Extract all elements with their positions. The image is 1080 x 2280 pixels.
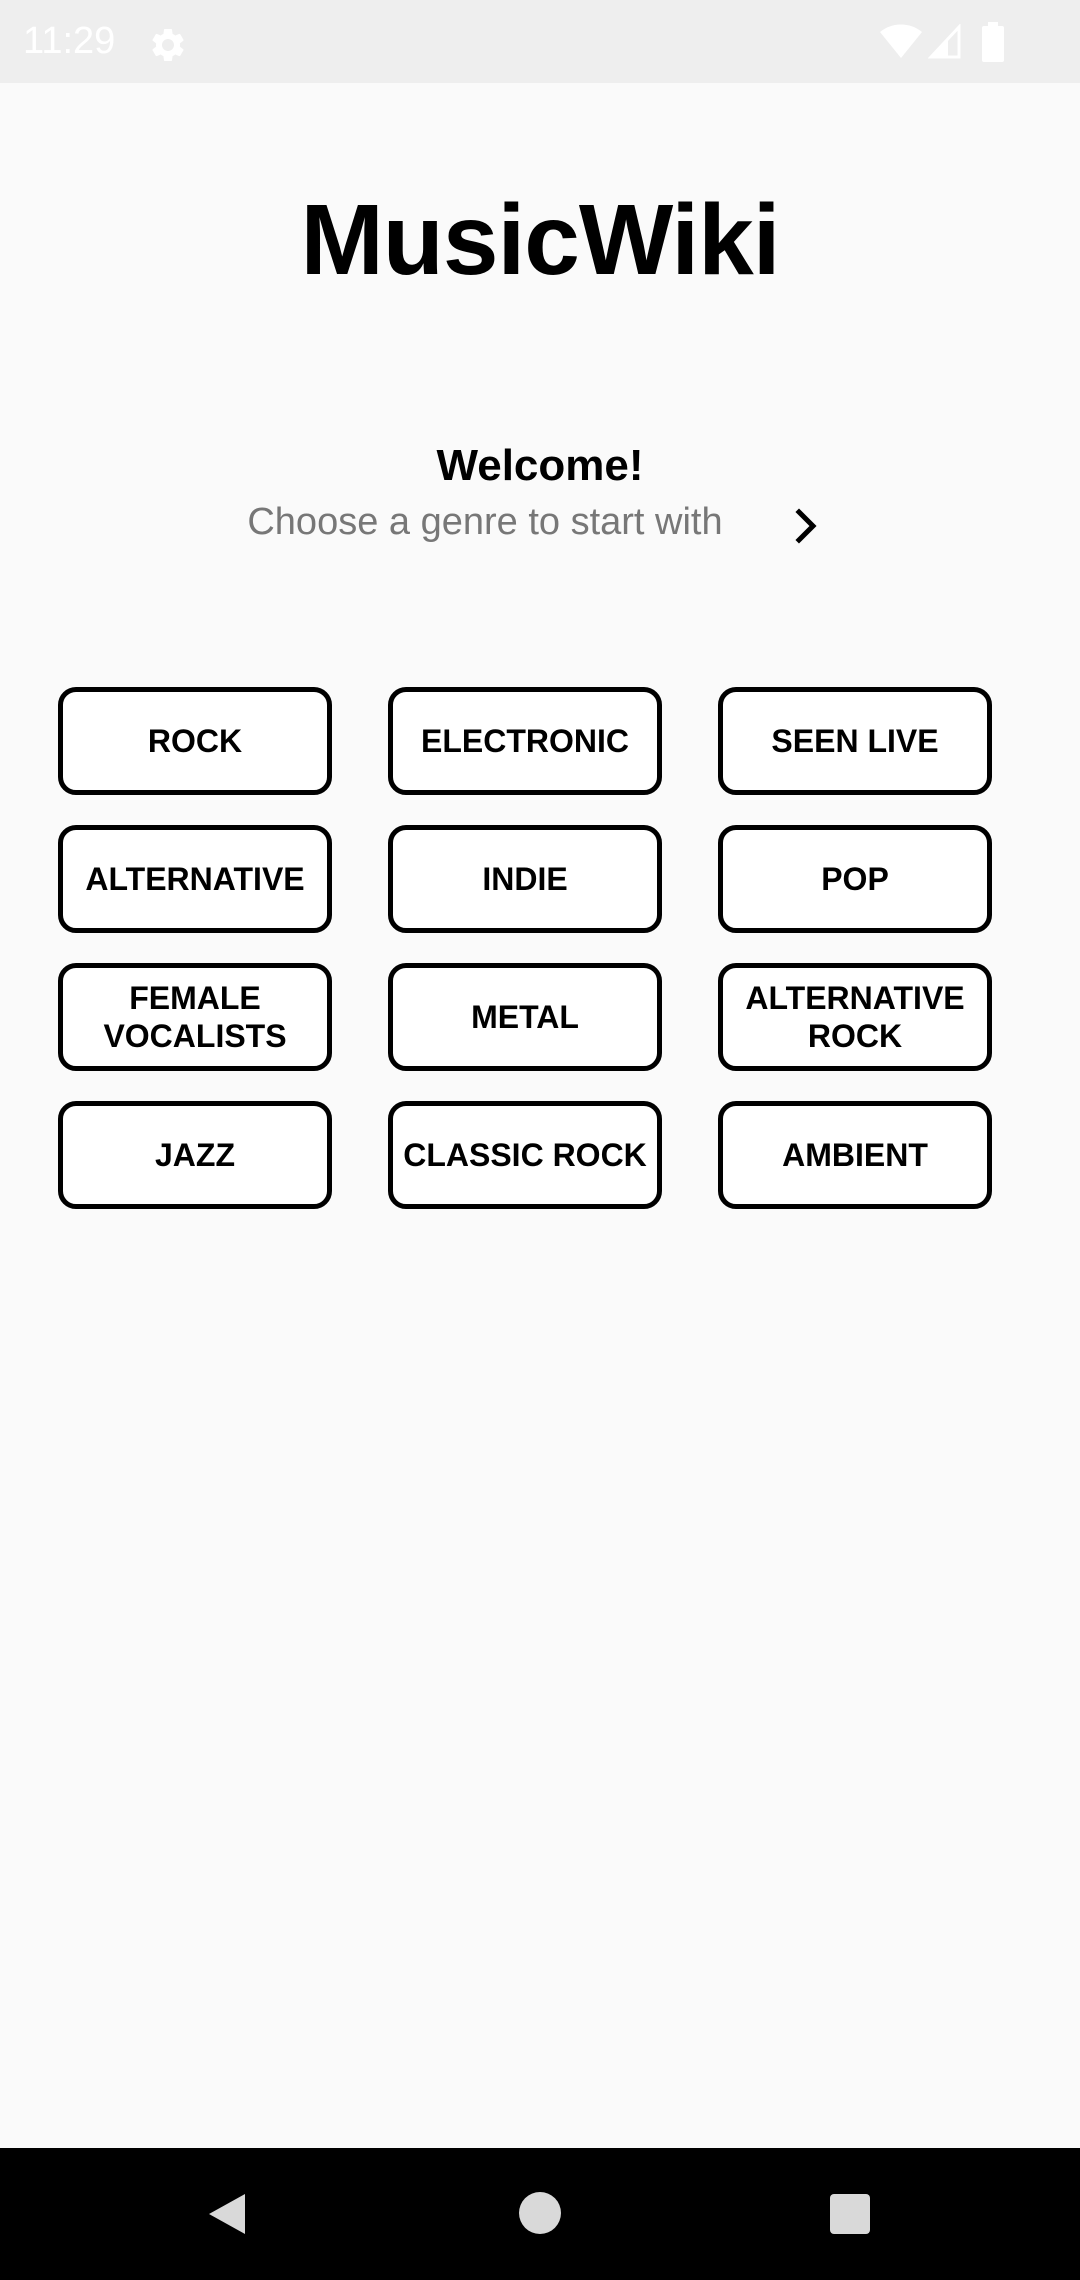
genre-chip-female-vocalists[interactable]: FEMALE VOCALISTS [58, 963, 332, 1071]
status-time: 11:29 [23, 20, 116, 62]
genre-chip-classic-rock[interactable]: CLASSIC ROCK [388, 1101, 662, 1209]
genre-chip-jazz[interactable]: JAZZ [58, 1101, 332, 1209]
genre-chip-electronic[interactable]: ELECTRONIC [388, 687, 662, 795]
welcome-subtitle: Choose a genre to start with [247, 501, 723, 543]
genre-chip-alternative-rock[interactable]: ALTERNATIVE ROCK [718, 963, 992, 1071]
next-button[interactable] [780, 500, 832, 552]
genre-chip-indie[interactable]: INDIE [388, 825, 662, 933]
genre-chip-seen-live[interactable]: SEEN LIVE [718, 687, 992, 795]
chevron-right-icon [795, 508, 817, 544]
genre-chip-pop[interactable]: POP [718, 825, 992, 933]
genre-chip-ambient[interactable]: AMBIENT [718, 1101, 992, 1209]
app-title: MusicWiki [300, 184, 780, 296]
welcome-title: Welcome! [436, 441, 644, 490]
genre-grid: ROCK ELECTRONIC SEEN LIVE ALTERNATIVE IN… [58, 687, 994, 1209]
navigation-bar [0, 2148, 1080, 2280]
recents-icon[interactable] [830, 2194, 870, 2234]
home-icon[interactable] [519, 2192, 561, 2234]
battery-icon [982, 22, 1004, 62]
genre-chip-alternative[interactable]: ALTERNATIVE [58, 825, 332, 933]
status-bar: 11:29 [0, 0, 1080, 83]
wifi-icon [880, 24, 922, 58]
back-icon[interactable] [205, 2190, 249, 2238]
signal-icon [928, 24, 961, 59]
genre-chip-metal[interactable]: METAL [388, 963, 662, 1071]
genre-chip-rock[interactable]: ROCK [58, 687, 332, 795]
gear-icon [152, 28, 184, 61]
